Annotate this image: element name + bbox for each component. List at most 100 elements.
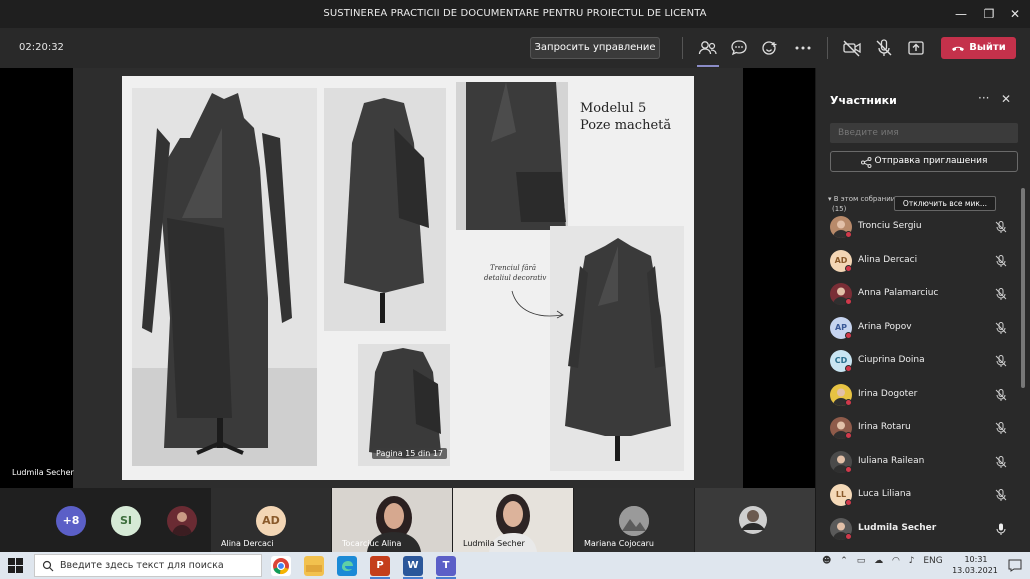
participant-avatar-photo[interactable] bbox=[167, 506, 197, 536]
share-icon[interactable] bbox=[905, 37, 927, 59]
share-link-icon bbox=[861, 157, 872, 168]
clock-date[interactable]: 13.03.2021 bbox=[950, 566, 1000, 575]
participant-tile[interactable]: Mariana Cojocaru bbox=[574, 488, 694, 552]
participant-tile-label: Alina Dercaci bbox=[221, 539, 274, 548]
coat-photo-front bbox=[550, 226, 684, 471]
chevron-up-icon[interactable]: ⌃ bbox=[840, 556, 848, 566]
presence-status-icon bbox=[845, 365, 852, 372]
wifi-icon[interactable]: ◠ bbox=[892, 556, 900, 566]
close-window-button[interactable]: ✕ bbox=[998, 0, 1030, 28]
cloud-icon[interactable]: ☁ bbox=[874, 556, 883, 566]
annotation-arrow bbox=[511, 290, 564, 319]
participant-tile[interactable]: AD Alina Dercaci bbox=[211, 488, 331, 552]
clock-time[interactable]: 10:31 bbox=[958, 555, 994, 564]
taskbar-search-input[interactable]: Введите здесь текст для поиска bbox=[34, 554, 262, 577]
mic-off-icon[interactable] bbox=[994, 388, 1008, 402]
people-tray-icon[interactable]: ☻ bbox=[822, 556, 831, 566]
participant-row[interactable]: CD Ciuprina Doina bbox=[830, 350, 1015, 374]
request-control-button[interactable]: Запросить управление bbox=[530, 37, 660, 59]
participant-name: Luca Liliana bbox=[858, 489, 912, 499]
participant-avatar-si[interactable]: SI bbox=[111, 506, 141, 536]
participant-name: Tronciu Sergiu bbox=[858, 221, 922, 231]
presence-status-icon bbox=[845, 532, 852, 540]
participant-name: Irina Rotaru bbox=[858, 422, 911, 432]
panel-more-icon[interactable]: ··· bbox=[978, 91, 989, 105]
send-invite-button[interactable]: Отправка приглашения bbox=[830, 151, 1018, 172]
participant-row[interactable]: AD Alina Dercaci bbox=[830, 249, 1015, 274]
panel-close-icon[interactable]: ✕ bbox=[1001, 92, 1011, 106]
presence-status-icon bbox=[845, 465, 852, 473]
presence-status-icon bbox=[845, 398, 852, 406]
coat-photo-main bbox=[132, 88, 317, 466]
presence-status-icon bbox=[845, 499, 852, 506]
participant-row[interactable]: Irina Rotaru bbox=[830, 417, 1015, 441]
meeting-timer: 02:20:32 bbox=[19, 42, 64, 53]
participant-row[interactable]: Anna Palamarciuc bbox=[830, 283, 1015, 307]
participant-name: Anna Palamarciuc bbox=[858, 288, 939, 298]
participant-row[interactable]: Tronciu Sergiu bbox=[830, 216, 1015, 240]
chat-icon[interactable] bbox=[728, 37, 750, 59]
panel-title: Участники bbox=[830, 94, 897, 107]
mic-off-icon[interactable] bbox=[994, 354, 1008, 368]
participant-avatar: AD bbox=[256, 506, 286, 536]
participant-name: Ciuprina Doina bbox=[858, 355, 925, 365]
toolbar-divider bbox=[827, 37, 828, 59]
coat-photo-side bbox=[324, 88, 446, 331]
teams-icon[interactable]: T bbox=[436, 556, 456, 576]
participant-row[interactable]: Iuliana Railean bbox=[830, 450, 1015, 475]
battery-icon[interactable]: ▭ bbox=[857, 556, 866, 566]
mic-off-icon[interactable] bbox=[994, 321, 1008, 335]
participant-row[interactable]: Irina Dogoter bbox=[830, 383, 1015, 408]
participant-name: Ludmila Secher bbox=[858, 522, 937, 533]
participants-panel: Участники ··· ✕ Отправка приглашения ▾ В… bbox=[815, 68, 1030, 552]
word-icon[interactable]: W bbox=[403, 556, 423, 576]
participant-name: Alina Dercaci bbox=[858, 254, 918, 265]
mic-icon[interactable] bbox=[994, 522, 1008, 536]
section-label[interactable]: ▾ В этом собрании (15) bbox=[828, 194, 895, 214]
more-participants-badge[interactable]: +8 bbox=[56, 506, 86, 536]
more-icon[interactable] bbox=[792, 37, 814, 59]
participant-row[interactable]: LL Luca Liliana bbox=[830, 484, 1015, 508]
participant-row[interactable]: Ludmila Secher bbox=[830, 517, 1015, 542]
section-label-line1: В этом собрании bbox=[833, 195, 896, 203]
invite-label: Отправка приглашения bbox=[874, 156, 988, 166]
section-count: (15) bbox=[832, 205, 847, 213]
shared-screen: Modelul 5 Poze machetă Trenciul fără det… bbox=[73, 68, 743, 488]
keyboard-language[interactable]: ENG bbox=[923, 556, 942, 566]
active-tab-indicator bbox=[697, 65, 719, 67]
leave-label: Выйти bbox=[969, 42, 1006, 53]
participant-video-tile[interactable]: Tocarciuc Alina bbox=[332, 488, 452, 552]
windows-start-icon[interactable] bbox=[8, 558, 23, 573]
mic-off-icon[interactable] bbox=[873, 37, 895, 59]
camera-off-icon[interactable] bbox=[841, 37, 863, 59]
participant-avatar bbox=[619, 506, 649, 536]
presentation-slide: Modelul 5 Poze machetă Trenciul fără det… bbox=[122, 76, 694, 480]
presence-status-icon bbox=[845, 432, 852, 439]
windows-taskbar: Введите здесь текст для поиска P W T ☻ ⌃… bbox=[0, 552, 1030, 579]
panel-scrollbar[interactable] bbox=[1021, 188, 1025, 388]
participant-row[interactable]: AP Arina Popov bbox=[830, 316, 1015, 341]
people-icon[interactable] bbox=[697, 37, 719, 59]
self-video-tile[interactable] bbox=[695, 488, 815, 552]
leave-button[interactable]: Выйти bbox=[941, 37, 1016, 59]
participant-video-tile[interactable]: Ludmila Secher bbox=[453, 488, 573, 552]
mic-off-icon[interactable] bbox=[994, 287, 1008, 301]
participant-search-input[interactable] bbox=[830, 123, 1018, 143]
slide-note-line2: detaliul decorativ bbox=[484, 274, 547, 282]
mic-off-icon[interactable] bbox=[994, 455, 1008, 469]
search-icon bbox=[42, 560, 54, 572]
powerpoint-icon[interactable]: P bbox=[370, 556, 390, 576]
edge-icon[interactable] bbox=[337, 556, 357, 576]
mic-off-icon[interactable] bbox=[994, 220, 1008, 234]
mic-off-icon[interactable] bbox=[994, 488, 1008, 502]
mic-off-icon[interactable] bbox=[994, 254, 1008, 268]
meeting-toolbar: 02:20:32 Запросить управление Выйти bbox=[0, 28, 1030, 68]
page-indicator: Pagina 15 din 17 bbox=[372, 448, 447, 459]
file-explorer-icon[interactable] bbox=[304, 556, 324, 576]
mute-all-button[interactable]: Отключить все мик... bbox=[894, 196, 996, 211]
mic-off-icon[interactable] bbox=[994, 421, 1008, 435]
chrome-icon[interactable] bbox=[271, 556, 291, 576]
notification-icon[interactable] bbox=[1008, 559, 1022, 572]
reactions-icon[interactable] bbox=[759, 37, 781, 59]
volume-icon[interactable]: ♪ bbox=[909, 556, 915, 566]
